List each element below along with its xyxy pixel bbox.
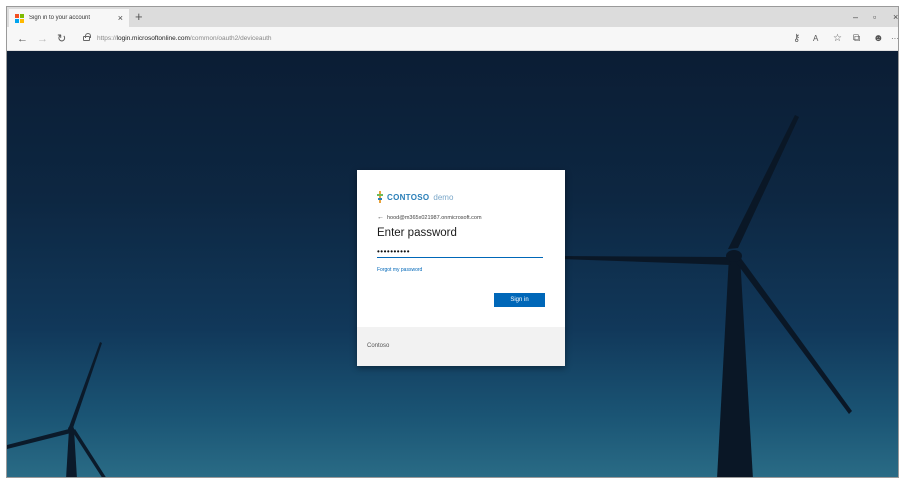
restore-icon[interactable]: ▫ (873, 9, 876, 25)
forgot-password-link[interactable]: Forgot my password (377, 267, 545, 273)
signin-footer: Contoso (357, 327, 565, 366)
collections-icon[interactable]: ⧉ (853, 31, 860, 47)
address-bar[interactable]: https://login.microsoftonline.com/common… (97, 35, 272, 42)
page-background: CONTOSO demo ← hood@m365x021987.onmicros… (7, 51, 898, 477)
footer-text: Contoso (367, 343, 390, 349)
browser-tab[interactable]: Sign in to your account × (9, 9, 129, 27)
identity-email: hood@m365x021987.onmicrosoft.com (387, 214, 482, 221)
page-title: Enter password (377, 227, 457, 239)
signin-card: CONTOSO demo ← hood@m365x021987.onmicros… (357, 170, 565, 366)
microsoft-favicon-icon (15, 13, 24, 23)
url-scheme: https:// (97, 35, 117, 42)
back-arrow-icon[interactable]: ← (377, 214, 384, 221)
refresh-icon[interactable]: ↻ (57, 31, 66, 47)
signin-card-body: CONTOSO demo ← hood@m365x021987.onmicros… (357, 170, 565, 327)
password-field[interactable] (377, 245, 543, 258)
tab-title: Sign in to your account (29, 15, 91, 21)
favorite-star-icon[interactable]: ☆ (833, 31, 842, 47)
left-turbine (7, 342, 106, 477)
forward-icon[interactable]: → (37, 31, 48, 47)
profile-icon[interactable]: ☻ (873, 31, 884, 47)
logo-subtext: demo (433, 192, 454, 202)
url-path: /common/oauth2/deviceauth (189, 35, 272, 42)
contoso-logo-icon (377, 191, 383, 203)
close-window-icon[interactable]: × (893, 9, 898, 25)
right-turbine (560, 115, 852, 477)
logo-text: CONTOSO (387, 192, 430, 202)
identity-row[interactable]: ← hood@m365x021987.onmicrosoft.com (377, 214, 545, 221)
new-tab-button[interactable]: + (135, 9, 143, 25)
address-bar-row: ← → ↻ https://login.microsoftonline.com/… (7, 27, 898, 51)
url-host: login.microsoftonline.com (116, 35, 190, 42)
minimize-icon[interactable]: – (853, 9, 858, 25)
key-icon[interactable]: ⚷ (793, 31, 800, 47)
sign-in-button[interactable]: Sign in (494, 293, 545, 307)
browser-window: Sign in to your account × + – ▫ × ← → ↻ … (6, 6, 899, 478)
close-tab-icon[interactable]: × (118, 13, 123, 23)
lock-icon[interactable] (83, 33, 91, 41)
back-icon[interactable]: ← (17, 31, 28, 47)
read-aloud-icon[interactable]: A (813, 31, 818, 47)
tab-strip: Sign in to your account × + – ▫ × (7, 7, 898, 27)
contoso-logo: CONTOSO demo (377, 190, 545, 204)
more-icon[interactable]: ··· (891, 31, 898, 47)
